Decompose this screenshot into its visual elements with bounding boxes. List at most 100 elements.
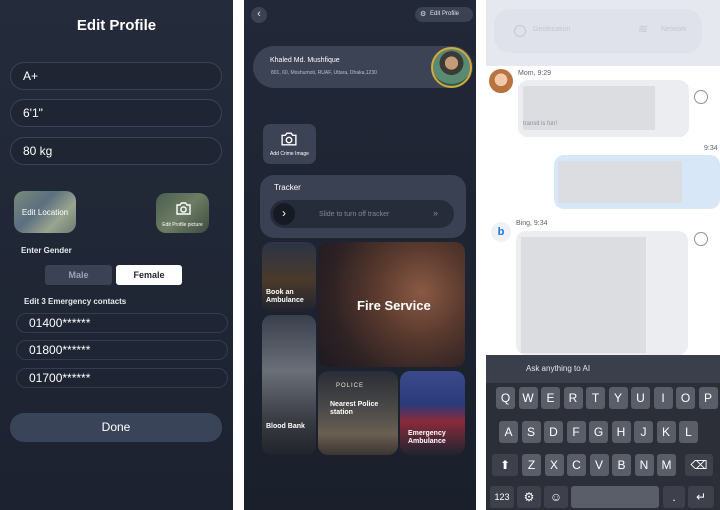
emergency-ambulance-tile[interactable]: Emergency Ambulance xyxy=(400,371,465,455)
emoji-icon: ☺ xyxy=(549,490,563,504)
shift-icon: ⬆ xyxy=(499,458,511,472)
message-time: 9:34 xyxy=(533,220,548,227)
key-g[interactable]: G xyxy=(589,421,608,443)
gender-male-option[interactable]: Male xyxy=(45,265,112,285)
geolocation-label: Geolocation xyxy=(533,26,571,33)
space-key[interactable] xyxy=(571,486,659,508)
chat-screen: Geolocation ≋ Network Mom, 9:29 transit … xyxy=(486,0,720,510)
key-j[interactable]: J xyxy=(634,421,653,443)
key-p[interactable]: P xyxy=(698,387,718,409)
user-address: 801, 60, Moshumoti, RUAF, Uttara, Dhaka,… xyxy=(271,70,377,76)
key-l[interactable]: L xyxy=(679,421,698,443)
blood-bank-tile[interactable]: Blood Bank xyxy=(262,315,316,455)
message-bubble xyxy=(516,231,688,355)
camera-icon xyxy=(176,202,191,215)
emoji-reaction-icon[interactable] xyxy=(694,232,708,246)
emergency-contacts-label: Edit 3 Emergency contacts xyxy=(24,297,127,306)
edit-profile-button[interactable]: ⚙ Edit Profile xyxy=(415,7,473,22)
key-o[interactable]: O xyxy=(676,387,695,409)
backspace-key[interactable]: ⌫ xyxy=(685,454,713,476)
period-key[interactable]: . xyxy=(663,486,685,508)
police-sign: POLICE xyxy=(336,383,365,389)
edit-profile-screen: Edit Profile A+ 6'1" 80 kg Edit Location… xyxy=(0,0,233,510)
edit-profile-picture-label: Edit Profile picture xyxy=(162,222,203,228)
key-h[interactable]: H xyxy=(611,421,631,443)
key-e[interactable]: E xyxy=(541,387,560,409)
message-meta: Mom, 9:29 xyxy=(518,70,552,77)
edit-location-button[interactable]: Edit Location xyxy=(14,191,76,233)
message-meta: Bing, 9:34 xyxy=(516,220,548,227)
key-a[interactable]: A xyxy=(499,421,518,443)
key-f[interactable]: F xyxy=(566,421,586,443)
backspace-icon: ⌫ xyxy=(690,458,708,472)
gender-label: Enter Gender xyxy=(21,246,72,255)
done-button[interactable]: Done xyxy=(10,413,222,442)
weight-field[interactable]: 80 kg xyxy=(10,137,222,165)
gender-female-option[interactable]: Female xyxy=(116,265,182,285)
back-button[interactable]: ‹ xyxy=(251,7,267,23)
key-u[interactable]: U xyxy=(631,387,650,409)
key-x[interactable]: X xyxy=(544,454,564,476)
nearest-police-station-label: Nearest Police station xyxy=(330,401,379,416)
chat-input-bar[interactable] xyxy=(486,355,720,383)
user-name: Khaled Md. Mushfique xyxy=(270,57,340,64)
partial-message-text: transit is fun! xyxy=(523,121,558,127)
key-z[interactable]: Z xyxy=(522,454,541,476)
nearest-police-station-tile[interactable]: POLICE Nearest Police station xyxy=(318,371,398,455)
tracker-slider-label: Slide to turn off tracker xyxy=(319,211,390,218)
key-y[interactable]: Y xyxy=(608,387,628,409)
page-title: Edit Profile xyxy=(76,17,157,34)
redacted-block xyxy=(558,161,682,203)
chat-input-placeholder: Ask anything to AI xyxy=(526,364,591,373)
key-c[interactable]: C xyxy=(567,454,586,476)
key-m[interactable]: M xyxy=(657,454,676,476)
fire-service-tile[interactable]: Fire Service xyxy=(318,242,465,367)
message-bubble xyxy=(554,155,720,209)
shift-key[interactable]: ⬆ xyxy=(492,454,518,476)
enter-icon: ↵ xyxy=(695,490,707,504)
book-ambulance-label: Book an Ambulance xyxy=(266,289,304,304)
enter-key[interactable]: ↵ xyxy=(688,486,714,508)
bing-logo-icon: b xyxy=(491,222,511,242)
key-w[interactable]: W xyxy=(518,387,538,409)
settings-key[interactable]: ⚙ xyxy=(517,486,541,508)
camera-icon xyxy=(281,132,297,146)
key-i[interactable]: I xyxy=(653,387,673,409)
emergency-contact-1-field[interactable]: 01400****** xyxy=(16,313,228,333)
book-ambulance-tile[interactable]: Book an Ambulance xyxy=(262,242,316,312)
emergency-contact-3-field[interactable]: 01700****** xyxy=(16,368,228,388)
slider-handle[interactable]: › xyxy=(273,203,295,225)
add-crime-image-label: Add Crime Image xyxy=(270,151,309,157)
key-s[interactable]: S xyxy=(521,421,541,443)
fire-service-label: Fire Service xyxy=(357,298,431,313)
key-k[interactable]: K xyxy=(656,421,676,443)
chevron-right-icon: › xyxy=(282,206,286,220)
height-field[interactable]: 6'1" xyxy=(10,99,222,127)
chevron-left-icon: ‹ xyxy=(257,8,261,20)
message-time: 9:29 xyxy=(537,70,552,77)
key-d[interactable]: D xyxy=(544,421,563,443)
key-t[interactable]: T xyxy=(586,387,605,409)
message-bubble: transit is fun! xyxy=(518,80,689,137)
edit-location-label: Edit Location xyxy=(21,208,69,217)
double-chevron-right-icon: » xyxy=(433,208,439,218)
key-q[interactable]: Q xyxy=(496,387,515,409)
home-screen: ‹ ⚙ Edit Profile Khaled Md. Mushfique 80… xyxy=(244,0,476,510)
key-n[interactable]: N xyxy=(634,454,654,476)
network-label: Network xyxy=(661,26,687,33)
tracker-title: Tracker xyxy=(274,183,301,192)
key-v[interactable]: V xyxy=(589,454,609,476)
avatar xyxy=(489,69,513,93)
redacted-block xyxy=(521,237,646,353)
gear-icon: ⚙ xyxy=(420,11,427,18)
key-r[interactable]: R xyxy=(563,387,583,409)
blood-group-field[interactable]: A+ xyxy=(10,62,222,90)
sender-name: Mom xyxy=(518,70,534,77)
emoji-reaction-icon[interactable] xyxy=(694,90,708,104)
emoji-key[interactable]: ☺ xyxy=(544,486,568,508)
emergency-contact-2-field[interactable]: 01800****** xyxy=(16,340,228,360)
key-b[interactable]: B xyxy=(612,454,631,476)
gear-icon: ⚙ xyxy=(523,490,535,504)
avatar[interactable] xyxy=(431,47,472,88)
numbers-key[interactable]: 123 xyxy=(490,486,514,508)
